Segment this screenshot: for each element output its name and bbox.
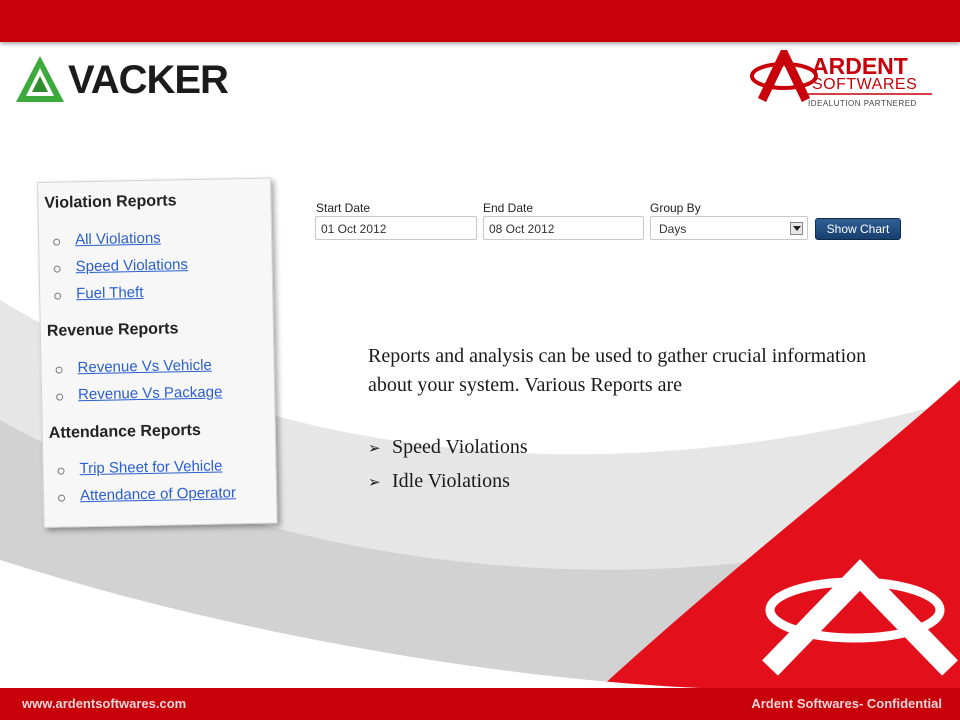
attendance-of-operator-link[interactable]: Attendance of Operator	[80, 484, 236, 504]
revenue-vs-vehicle-link[interactable]: Revenue Vs Vehicle	[77, 357, 212, 377]
arrow-bullet-icon: ➢	[368, 475, 381, 491]
group-by-value: Days	[659, 222, 687, 236]
vacker-logo-icon	[16, 56, 64, 102]
violation-reports-heading: Violation Reports	[44, 192, 177, 212]
start-date-label: Start Date	[316, 201, 371, 215]
bullet-icon	[53, 265, 61, 273]
start-date-input[interactable]: 01 Oct 2012	[315, 216, 477, 240]
footer-bar: www.ardentsoftwares.com Ardent Softwares…	[0, 688, 960, 720]
revenue-vs-package-link[interactable]: Revenue Vs Package	[78, 383, 223, 403]
vacker-logo-text: VACKER	[68, 58, 229, 102]
bullet-icon	[57, 467, 65, 475]
footer-website: www.ardentsoftwares.com	[22, 696, 187, 711]
bullet-icon	[58, 494, 66, 502]
trip-sheet-link[interactable]: Trip Sheet for Vehicle	[79, 457, 222, 477]
reports-description: Reports and analysis can be used to gath…	[368, 345, 867, 396]
top-banner	[0, 0, 960, 42]
bullet-idle-violations: ➢ Idle Violations	[368, 470, 510, 493]
chevron-down-icon[interactable]	[790, 222, 803, 235]
bullet-text: Idle Violations	[392, 470, 510, 492]
revenue-reports-heading: Revenue Reports	[46, 320, 179, 340]
ardent-logo-name: ARDENT	[812, 53, 908, 79]
end-date-input[interactable]: 08 Oct 2012	[483, 216, 644, 240]
arrow-bullet-icon: ➢	[368, 441, 381, 457]
attendance-reports-heading: Attendance Reports	[48, 421, 201, 442]
bullet-text: Speed Violations	[392, 436, 528, 458]
footer-confidential: Ardent Softwares- Confidential	[751, 696, 942, 711]
ardent-tagline: IDEALUTION PARTNERED	[808, 99, 917, 108]
end-date-label: End Date	[483, 201, 534, 215]
all-violations-link[interactable]: All Violations	[75, 230, 161, 249]
group-by-label: Group By	[650, 201, 701, 215]
bullet-icon	[56, 393, 64, 401]
speed-violations-link[interactable]: Speed Violations	[75, 256, 188, 275]
bullet-speed-violations: ➢ Speed Violations	[368, 436, 528, 459]
fuel-theft-link[interactable]: Fuel Theft	[76, 284, 144, 302]
bullet-icon	[55, 366, 63, 374]
bullet-icon	[54, 292, 62, 300]
report-menu-panel: Violation Reports All Violations Speed V…	[37, 177, 278, 528]
show-chart-button[interactable]: Show Chart	[815, 218, 901, 240]
bullet-icon	[53, 238, 61, 246]
ardent-logo-subtitle: SOFTWARES	[812, 76, 918, 93]
group-by-select[interactable]: Days	[650, 216, 808, 240]
